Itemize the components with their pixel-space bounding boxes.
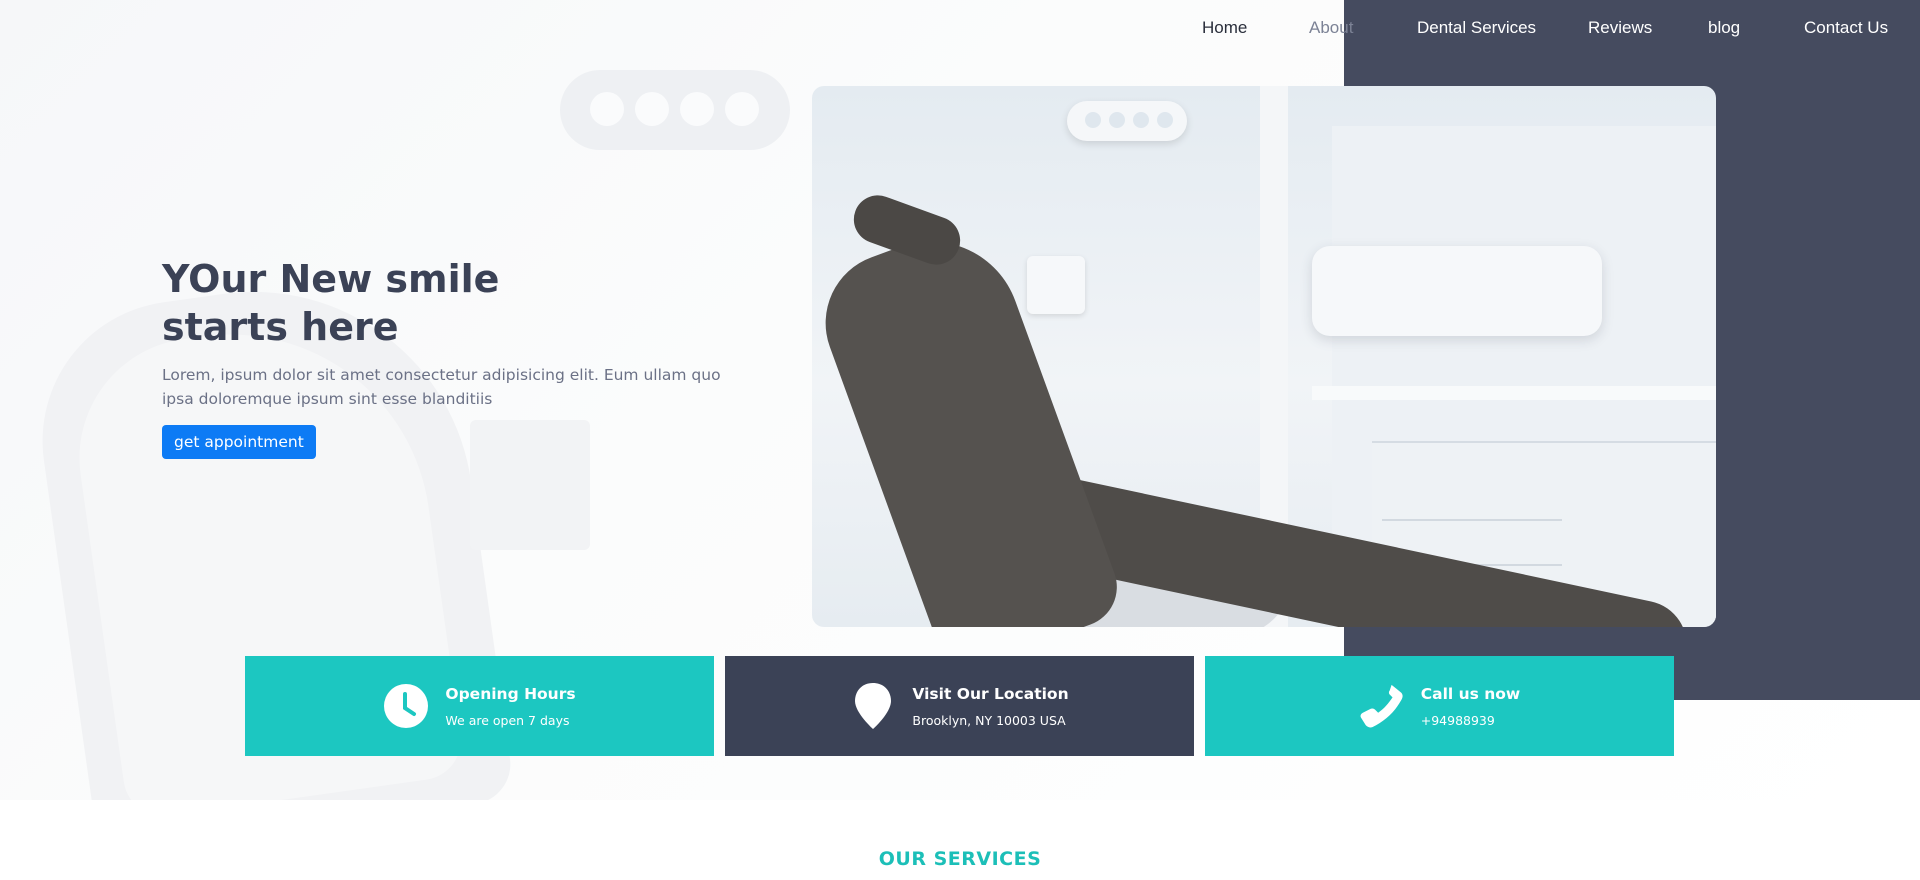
info-cards: Opening Hours We are open 7 days Visit O…	[245, 656, 1675, 756]
background-lamp-shape	[560, 70, 790, 150]
get-appointment-button[interactable]: get appointment	[162, 425, 316, 459]
map-pin-icon	[850, 683, 896, 729]
info-card-call: Call us now +94988939	[1205, 656, 1674, 756]
info-card-subtitle: We are open 7 days	[445, 712, 570, 728]
nav-reviews[interactable]: Reviews	[1588, 18, 1652, 38]
main-nav: Home About Dental Services Reviews blog …	[0, 0, 1920, 58]
nav-about[interactable]: About	[1309, 18, 1353, 38]
info-card-title: Call us now	[1420, 684, 1521, 703]
services-heading: OUR SERVICES	[878, 848, 1042, 870]
photo-dental-unit	[1312, 246, 1602, 336]
nav-home[interactable]: Home	[1202, 18, 1247, 38]
photo-drawer	[1382, 481, 1562, 521]
info-card-title: Visit Our Location	[912, 684, 1069, 703]
nav-contact-us[interactable]: Contact Us	[1804, 18, 1888, 38]
phone-icon	[1359, 683, 1405, 729]
nav-dental-services[interactable]: Dental Services	[1417, 18, 1536, 38]
photo-lamp	[1067, 101, 1187, 141]
nav-blog[interactable]: blog	[1708, 18, 1740, 38]
hero-text: YOur New smile starts here Lorem, ipsum …	[162, 255, 722, 459]
hero-image	[812, 86, 1716, 627]
info-card-hours: Opening Hours We are open 7 days	[245, 656, 714, 756]
photo-counter	[1312, 386, 1716, 400]
info-card-title: Opening Hours	[445, 684, 576, 703]
info-card-location: Visit Our Location Brooklyn, NY 10003 US…	[725, 656, 1194, 756]
hero-description: Lorem, ipsum dolor sit amet consectetur …	[162, 366, 721, 408]
photo-wall-device	[1027, 256, 1085, 314]
info-card-subtitle: Brooklyn, NY 10003 USA	[912, 712, 1066, 728]
hero-title: YOur New smile starts here	[162, 257, 500, 349]
clock-icon	[383, 683, 429, 729]
info-card-subtitle: +94988939	[1420, 712, 1495, 728]
